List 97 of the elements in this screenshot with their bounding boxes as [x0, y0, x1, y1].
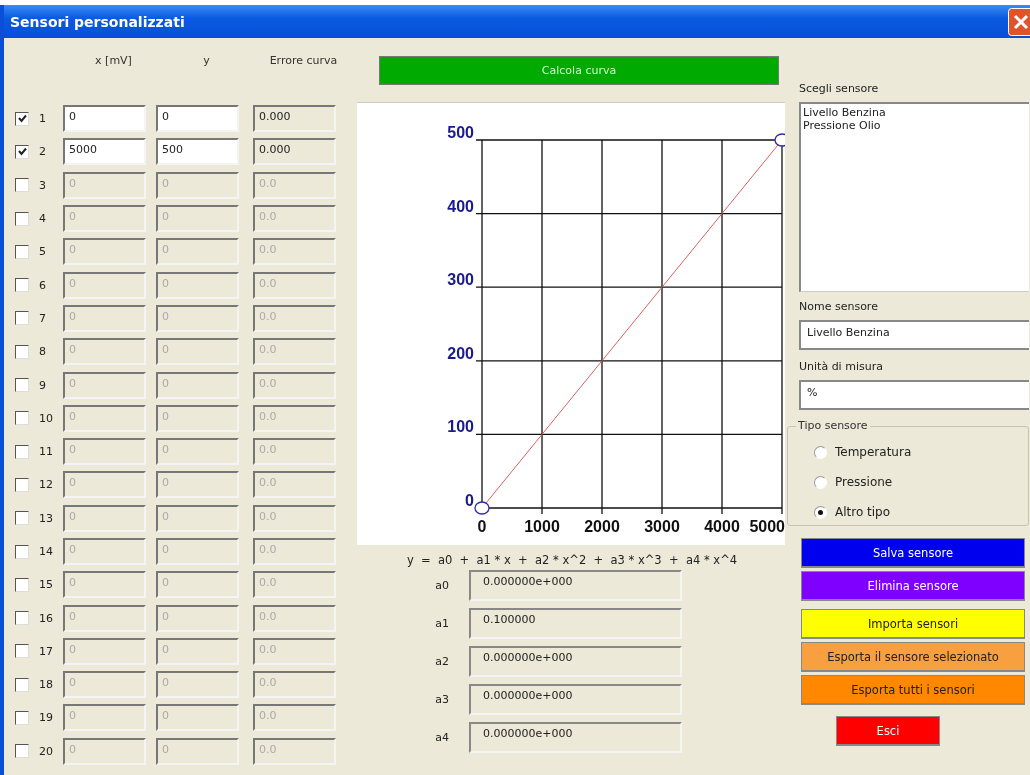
row-number: 17	[38, 644, 54, 658]
radio-label: Altro tipo	[835, 505, 891, 519]
action-button[interactable]: Esporta il sensore selezionato	[801, 642, 1025, 672]
row-number: 16	[38, 611, 54, 625]
action-button[interactable]: Importa sensori	[801, 609, 1025, 639]
readonly-field: 0.0	[253, 205, 336, 233]
readonly-field: 0.0	[253, 504, 336, 532]
action-button[interactable]: Esci	[836, 716, 940, 746]
readonly-field: 0.0	[253, 737, 336, 765]
x-tick-label: 4000	[704, 518, 740, 535]
x-tick-label: 2000	[584, 518, 620, 535]
action-button[interactable]: Salva sensore	[801, 538, 1025, 568]
y-tick-label: 300	[447, 271, 474, 289]
x-tick-label: 5000	[749, 518, 785, 535]
readonly-field: 0.0	[253, 438, 336, 466]
y-tick-label: 200	[447, 344, 474, 362]
readonly-field: 0.000000e+000	[469, 570, 682, 602]
row-number: 1	[38, 112, 47, 126]
readonly-field: 0.000000e+000	[469, 646, 682, 677]
radio-button[interactable]	[814, 445, 827, 459]
readonly-field: 0.0	[253, 471, 336, 499]
radio-label: Temperatura	[835, 445, 912, 459]
readonly-field: 0.0	[253, 238, 336, 266]
readonly-field: 0.0	[253, 271, 336, 299]
row-number: 7	[38, 311, 47, 325]
list-item[interactable]: Livello Benzina	[803, 106, 1027, 119]
radio-button[interactable]	[814, 505, 827, 519]
readonly-field: 0.100000	[469, 608, 682, 640]
readonly-field: 0.0	[253, 171, 336, 199]
x-tick-label: 3000	[644, 518, 680, 535]
row-number: 4	[38, 212, 47, 226]
x-tick-label: 0	[477, 518, 487, 535]
coefficient-label: a3	[434, 692, 450, 706]
coefficient-label: a0	[434, 579, 450, 593]
row-number: 13	[38, 511, 54, 525]
list-item[interactable]: Pressione Olio	[803, 119, 1027, 132]
readonly-field: 0.0	[253, 571, 336, 599]
row-number: 19	[38, 711, 54, 725]
readonly-field: 0.0	[253, 304, 336, 332]
readonly-field: 0.0	[253, 371, 336, 399]
y-tick-label: 100	[447, 418, 474, 436]
input-field[interactable]: Livello Benzina	[799, 320, 1029, 350]
column-header: x [mV]	[94, 54, 133, 67]
readonly-field: 0.0	[253, 538, 336, 565]
readonly-field: 0.0	[253, 671, 336, 699]
row-number: 9	[38, 378, 47, 392]
calculate-button[interactable]: Calcola curva	[379, 56, 779, 85]
readonly-field: 0.000	[253, 105, 336, 133]
row-number: 11	[38, 445, 54, 459]
readonly-field: 0.000000e+000	[469, 721, 682, 753]
row-number: 6	[38, 278, 47, 292]
row-number: 18	[38, 678, 54, 692]
field-label: Unità di misura	[799, 360, 884, 375]
sensor-listbox[interactable]: Livello Benzina Pressione Olio	[799, 102, 1029, 292]
formula-text: y = a0 + a1 * x + a2 * x^2 + a3 * x^3 + a4 * x^4	[405, 553, 739, 567]
action-button[interactable]: Esporta tutti i sensori	[801, 675, 1025, 705]
input-field[interactable]: 0	[156, 105, 239, 133]
radio-label: Pressione	[835, 475, 893, 489]
group-label: Tipo sensore	[796, 419, 870, 432]
input-field[interactable]: %	[799, 380, 1029, 410]
readonly-field: 0.0	[253, 637, 336, 665]
coefficient-label: a1	[434, 617, 450, 631]
y-tick-label: 400	[447, 197, 474, 215]
row-number: 2	[38, 145, 47, 159]
action-button[interactable]: Elimina sensore	[801, 571, 1025, 601]
radio-button[interactable]	[814, 475, 827, 489]
row-number: 5	[38, 245, 47, 259]
field-label: Scegli sensore	[799, 82, 880, 97]
row-number: 14	[38, 545, 54, 558]
window-title: Sensori personalizzati	[9, 13, 185, 30]
coefficient-label: a2	[434, 655, 450, 668]
readonly-field: 0.0	[253, 704, 336, 732]
row-number: 12	[38, 478, 54, 492]
row-number: 3	[38, 178, 47, 192]
row-number: 20	[38, 744, 54, 758]
checkbox[interactable]	[15, 144, 29, 159]
y-tick-label: 0	[465, 492, 474, 509]
row-number: 8	[38, 345, 47, 359]
input-field[interactable]: 0	[63, 105, 146, 133]
readonly-field: 0.000	[253, 138, 336, 166]
input-field[interactable]: 5000	[63, 138, 146, 166]
column-header: y	[202, 54, 211, 67]
readonly-field: 0.0	[253, 338, 336, 366]
input-field[interactable]: 500	[156, 138, 239, 166]
row-number: 10	[38, 411, 54, 425]
readonly-field: 0.0	[253, 604, 336, 632]
coefficient-label: a4	[434, 730, 450, 744]
row-number: 15	[38, 578, 54, 592]
column-header: Errore curva	[268, 54, 339, 67]
checkbox[interactable]	[15, 111, 29, 126]
readonly-field: 0.0	[253, 404, 336, 432]
point-marker	[474, 501, 490, 515]
close-icon[interactable]	[1008, 7, 1030, 36]
y-tick-label: 500	[447, 124, 474, 141]
readonly-field: 0.000000e+000	[469, 683, 682, 715]
field-label: Nome sensore	[799, 300, 879, 315]
x-tick-label: 1000	[524, 518, 560, 535]
